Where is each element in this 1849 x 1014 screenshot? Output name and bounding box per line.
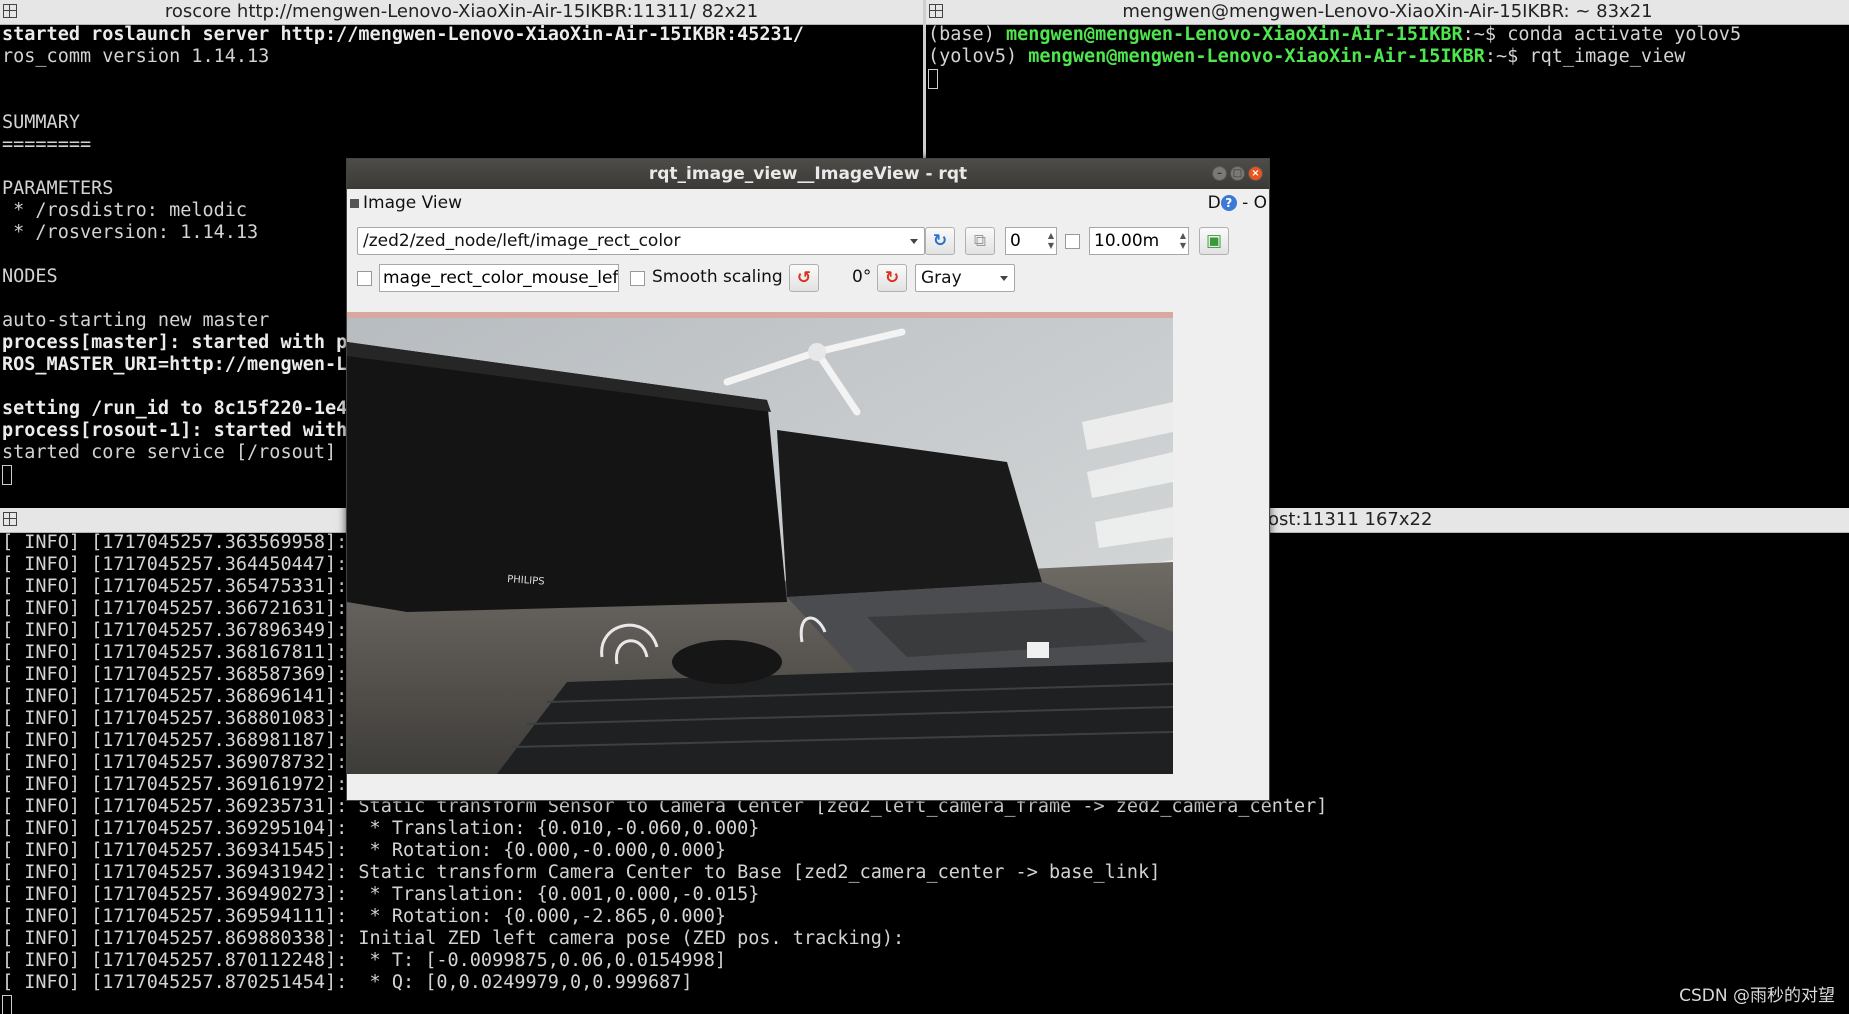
prompt-user: mengwen@mengwen-Lenovo-XiaoXin-Air-15IKB… xyxy=(1005,24,1463,45)
color-scheme-value: Gray xyxy=(921,268,962,288)
terminal-title-bar: roscore http://mengwen-Lenovo-XiaoXin-Ai… xyxy=(0,0,923,25)
terminal-grid-icon[interactable] xyxy=(929,4,943,18)
color-scheme-select[interactable]: Gray xyxy=(915,264,1015,292)
max-range-spinbox[interactable]: 10.00m ▲ ▼ xyxy=(1089,227,1189,255)
terminal-grid-icon[interactable] xyxy=(3,512,17,526)
refresh-button[interactable]: ↻ xyxy=(925,227,955,255)
fit-button[interactable]: ⧉ xyxy=(965,227,995,255)
chevron-down-icon xyxy=(1000,276,1008,281)
close-button[interactable]: × xyxy=(1248,166,1263,181)
spin-arrows-icon[interactable]: ▲ ▼ xyxy=(1048,231,1054,251)
smooth-scaling-checkbox[interactable] xyxy=(630,271,645,286)
terminal-prompt-line: (base) mengwen@mengwen-Lenovo-XiaoXin-Ai… xyxy=(928,24,1847,46)
smooth-scaling-label: Smooth scaling xyxy=(652,267,783,287)
chevron-down-icon xyxy=(910,239,918,244)
log-line: [ INFO] [1717045257.369295104]: * Transl… xyxy=(2,818,760,839)
prompt-cmd: conda activate yolov5 xyxy=(1507,24,1742,45)
mouse-publish-checkbox[interactable] xyxy=(357,271,372,286)
topic-select-value: /zed2/zed_node/left/image_rect_color xyxy=(363,231,681,251)
prompt-sep: :~$ xyxy=(1462,24,1508,45)
image-save-icon: ▣ xyxy=(1205,231,1223,251)
scale-spinbox-value: 0 xyxy=(1010,231,1021,251)
terminal-line: SUMMARY xyxy=(2,112,80,133)
prompt-env: (yolov5) xyxy=(928,46,1029,67)
watermark: CSDN @雨秒的对望 xyxy=(1679,986,1835,1006)
prompt-user: mengwen@mengwen-Lenovo-XiaoXin-Air-15IKB… xyxy=(1028,46,1485,67)
dock-controls[interactable]: - O xyxy=(1242,193,1267,213)
rqt-image-view-window[interactable]: rqt_image_view__ImageView - rqt – □ × Im… xyxy=(346,158,1270,801)
terminal-cursor-line xyxy=(928,68,1847,90)
terminal-cursor xyxy=(928,69,938,89)
rotation-label: 0° xyxy=(852,267,872,287)
max-range-value: 10.00m xyxy=(1094,231,1160,251)
window-title-bar[interactable]: rqt_image_view__ImageView - rqt – □ × xyxy=(347,159,1269,189)
rotate-left-button[interactable]: ↺ xyxy=(789,264,819,292)
dock-title: Image View xyxy=(363,193,462,213)
terminal-title-bar: mengwen@mengwen-Lenovo-XiaoXin-Air-15IKB… xyxy=(926,0,1849,25)
mouse-topic-value: mage_rect_color_mouse_left xyxy=(383,268,619,288)
log-line: [ INFO] [1717045257.369594111]: * Rotati… xyxy=(2,906,726,927)
log-line: [ INFO] [1717045257.369341545]: * Rotati… xyxy=(2,840,726,861)
refresh-icon: ↻ xyxy=(932,231,948,251)
camera-image-view[interactable]: PHILIPS xyxy=(347,312,1173,774)
terminal-prompt-line: (yolov5) mengwen@mengwen-Lenovo-XiaoXin-… xyxy=(928,46,1847,68)
scale-spinbox[interactable]: 0 ▲ ▼ xyxy=(1005,227,1057,255)
prompt-sep: :~$ xyxy=(1484,46,1530,67)
log-line: [ INFO] [1717045257.369490273]: * Transl… xyxy=(2,884,760,905)
prompt-env: (base) xyxy=(928,24,1006,45)
rotate-right-icon: ↻ xyxy=(884,268,900,288)
dock-title-bar: Image View D? - O xyxy=(347,189,1269,217)
terminal-title: mengwen@mengwen-Lenovo-XiaoXin-Air-15IKB… xyxy=(1122,1,1653,22)
minimize-button[interactable]: – xyxy=(1212,166,1227,181)
terminal-line: ros_comm version 1.14.13 xyxy=(2,46,270,67)
rotate-right-button[interactable]: ↻ xyxy=(877,264,907,292)
log-line: [ INFO] [1717045257.369431942]: Static t… xyxy=(2,862,1161,883)
terminal-cursor xyxy=(2,465,12,485)
spin-arrows-icon[interactable]: ▲ ▼ xyxy=(1180,231,1186,251)
terminal-title: roscore http://mengwen-Lenovo-XiaoXin-Ai… xyxy=(164,1,759,22)
terminal-grid-icon[interactable] xyxy=(3,4,17,18)
log-line: [ INFO] [1717045257.870251454]: * Q: [0,… xyxy=(2,972,693,993)
terminal-line: ======== xyxy=(2,134,92,155)
camera-frame-image[interactable]: PHILIPS xyxy=(347,312,1173,774)
log-line: [ INFO] [1717045257.870112248]: * T: [-0… xyxy=(2,950,726,971)
prompt-cmd: rqt_image_view xyxy=(1529,46,1686,67)
terminal-cursor-line xyxy=(2,994,1847,1014)
mouse-topic-input[interactable]: mage_rect_color_mouse_left xyxy=(379,264,619,292)
dock-icon xyxy=(350,199,359,208)
save-image-button[interactable]: ▣ xyxy=(1199,227,1229,255)
terminal-cursor xyxy=(2,995,12,1014)
topic-select[interactable]: /zed2/zed_node/left/image_rect_color xyxy=(357,227,925,255)
terminal-line: started roslaunch server http://mengwen-… xyxy=(2,24,804,45)
terminal-title: ost:11311 167x22 xyxy=(1268,509,1433,530)
maximize-button[interactable]: □ xyxy=(1230,166,1245,181)
zoom-fit-icon: ⧉ xyxy=(973,231,987,251)
window-title: rqt_image_view__ImageView - rqt xyxy=(648,164,968,184)
help-icon[interactable]: ? xyxy=(1220,195,1237,211)
dynamic-range-checkbox[interactable] xyxy=(1065,234,1080,249)
log-line: [ INFO] [1717045257.869880338]: Initial … xyxy=(2,928,905,949)
rotate-left-icon: ↺ xyxy=(796,268,812,288)
dock-d-button[interactable]: D xyxy=(1208,193,1221,213)
